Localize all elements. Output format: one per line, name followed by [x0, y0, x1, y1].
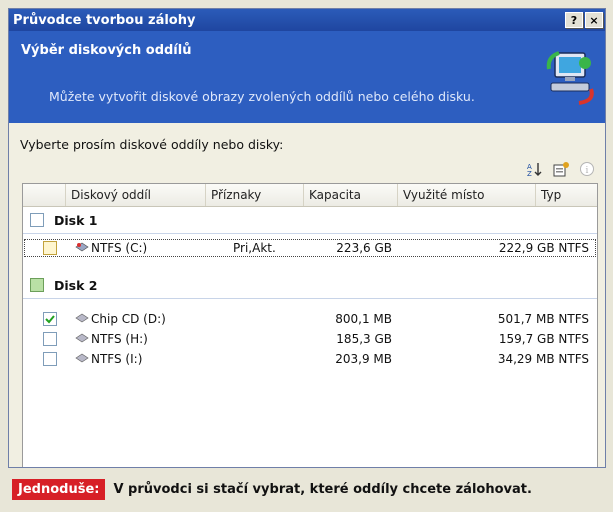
disk-checkbox[interactable]: [30, 278, 44, 292]
checkmark-icon: [45, 315, 55, 324]
wizard-window: Průvodce tvorbou zálohy ? × Výběr diskov…: [8, 8, 606, 468]
help-button[interactable]: ?: [565, 12, 583, 28]
column-used[interactable]: Využité místo: [397, 184, 535, 206]
properties-icon[interactable]: [553, 161, 569, 177]
header-title: Výběr diskových oddílů: [21, 43, 192, 58]
partition-row[interactable]: Chip CD (D:) 800,1 MB 501,7 MB NTFS: [23, 309, 597, 329]
partition-checkbox[interactable]: [43, 332, 57, 346]
header-description: Můžete vytvořit diskové obrazy zvolených…: [49, 89, 475, 104]
column-capacity[interactable]: Kapacita: [303, 184, 397, 206]
partition-capacity: 800,1 MB: [335, 312, 392, 326]
disk-label: Disk 1: [54, 212, 98, 228]
disk-drive-icon: [75, 333, 89, 343]
computer-backup-icon: [545, 49, 595, 109]
window-title: Průvodce tvorbou zálohy: [13, 12, 196, 28]
partition-name: NTFS (C:): [91, 241, 148, 255]
caption-tag: Jednoduše:: [12, 478, 106, 500]
disk-drive-icon: [75, 313, 89, 323]
column-check[interactable]: [23, 184, 65, 206]
select-prompt: Vyberte prosím diskové oddíly nebo disky…: [20, 137, 284, 152]
disk-checkbox[interactable]: [30, 213, 44, 227]
column-partition[interactable]: Diskový oddíl: [65, 184, 205, 206]
partition-flags: Pri,Akt.: [233, 241, 276, 255]
partition-used: 222,9 GB NTFS: [498, 241, 589, 255]
partition-checkbox[interactable]: [43, 312, 57, 326]
info-icon[interactable]: i: [579, 161, 595, 177]
disk-drive-icon: [75, 242, 89, 252]
caption-text: V průvodci si stačí vybrat, které oddíly…: [113, 481, 532, 497]
svg-text:Z: Z: [527, 170, 532, 177]
caption-bar: Jednoduše: V průvodci si stačí vybrat, k…: [0, 474, 613, 504]
partition-row[interactable]: NTFS (H:) 185,3 GB 159,7 GB NTFS: [23, 329, 597, 349]
partition-checkbox[interactable]: [43, 241, 57, 255]
partition-name: Chip CD (D:): [91, 312, 166, 326]
list-header: Diskový oddíl Příznaky Kapacita Využité …: [23, 184, 597, 207]
list-toolbar: AZ i: [527, 161, 595, 177]
title-bar: Průvodce tvorbou zálohy ? ×: [9, 9, 605, 31]
partition-name: NTFS (H:): [91, 332, 148, 346]
partition-row[interactable]: NTFS (I:) 203,9 MB 34,29 MB NTFS: [23, 349, 597, 369]
svg-text:i: i: [586, 166, 589, 176]
partition-name: NTFS (I:): [91, 352, 143, 366]
partition-list[interactable]: Diskový oddíl Příznaky Kapacita Využité …: [22, 183, 598, 467]
sort-icon[interactable]: AZ: [527, 161, 543, 177]
partition-used: 159,7 GB NTFS: [498, 332, 589, 346]
disk-drive-icon: [75, 353, 89, 363]
partition-used: 501,7 MB NTFS: [497, 312, 589, 326]
wizard-body: Vyberte prosím diskové oddíly nebo disky…: [9, 123, 605, 467]
column-flags[interactable]: Příznaky: [205, 184, 303, 206]
column-type[interactable]: Typ: [535, 184, 597, 206]
partition-checkbox[interactable]: [43, 352, 57, 366]
partition-capacity: 185,3 GB: [336, 332, 392, 346]
partition-row[interactable]: NTFS (C:) Pri,Akt. 223,6 GB 222,9 GB NTF…: [23, 238, 597, 258]
partition-capacity: 223,6 GB: [336, 241, 392, 255]
partition-used: 34,29 MB NTFS: [497, 352, 589, 366]
partition-capacity: 203,9 MB: [335, 352, 392, 366]
disk-group: Disk 1: [23, 207, 597, 234]
close-button[interactable]: ×: [585, 12, 603, 28]
wizard-header: Výběr diskových oddílů Můžete vytvořit d…: [9, 31, 605, 123]
disk-label: Disk 2: [54, 277, 98, 293]
disk-group: Disk 2: [23, 272, 597, 299]
